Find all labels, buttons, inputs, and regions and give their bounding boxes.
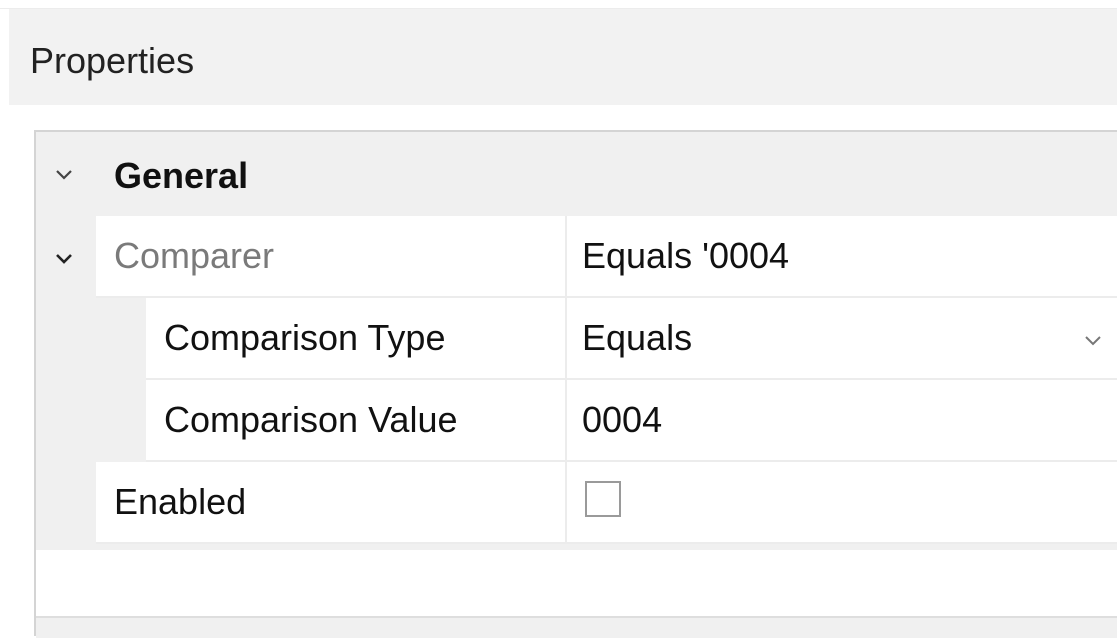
row-gutter: [36, 462, 96, 544]
properties-window: Properties General Comparer Equals '0004: [0, 0, 1117, 638]
comparison-type-dropdown[interactable]: Equals: [565, 298, 1117, 380]
property-value-comparison-type: Equals: [582, 317, 693, 358]
property-row-comparison-type[interactable]: Comparison Type Equals: [36, 298, 1117, 380]
property-name-cell[interactable]: Comparer: [96, 216, 565, 298]
enabled-checkbox[interactable]: [585, 481, 621, 517]
property-name-cell[interactable]: Enabled: [96, 462, 565, 544]
empty-grid-row: [36, 550, 1117, 618]
comparison-value-field[interactable]: 0004: [565, 380, 1117, 462]
property-name-comparison-value: Comparison Value: [164, 399, 458, 440]
grid-bottom-strip: [36, 618, 1117, 638]
property-value-comparison-value: 0004: [582, 399, 663, 440]
window-top-edge: [0, 0, 1117, 9]
row-indent: [36, 380, 146, 462]
property-name-enabled: Enabled: [114, 481, 247, 522]
category-general[interactable]: General: [36, 132, 1117, 216]
property-name-cell[interactable]: Comparison Value: [146, 380, 565, 462]
property-row-comparison-value[interactable]: Comparison Value 0004: [36, 380, 1117, 462]
property-value-cell-comparer[interactable]: Equals '0004: [565, 216, 1117, 298]
category-label: General: [114, 155, 249, 196]
row-indent: [36, 298, 146, 380]
row-gutter: [36, 216, 96, 298]
chevron-down-icon[interactable]: [1081, 328, 1105, 352]
property-row-comparer[interactable]: Comparer Equals '0004: [36, 216, 1117, 298]
property-name-comparison-type: Comparison Type: [164, 317, 446, 358]
chevron-down-icon[interactable]: [52, 162, 76, 186]
property-name-cell[interactable]: Comparison Type: [146, 298, 565, 380]
property-value-comparer: Equals '0004: [582, 235, 790, 276]
property-value-cell-enabled[interactable]: [565, 462, 1117, 544]
panel-title: Properties: [30, 40, 195, 81]
chevron-down-icon[interactable]: [52, 246, 76, 270]
property-grid: General Comparer Equals '0004 Comparison…: [34, 130, 1117, 638]
property-name-comparer: Comparer: [114, 235, 275, 276]
property-row-enabled[interactable]: Enabled: [36, 462, 1117, 544]
properties-header: Properties: [9, 9, 1117, 105]
